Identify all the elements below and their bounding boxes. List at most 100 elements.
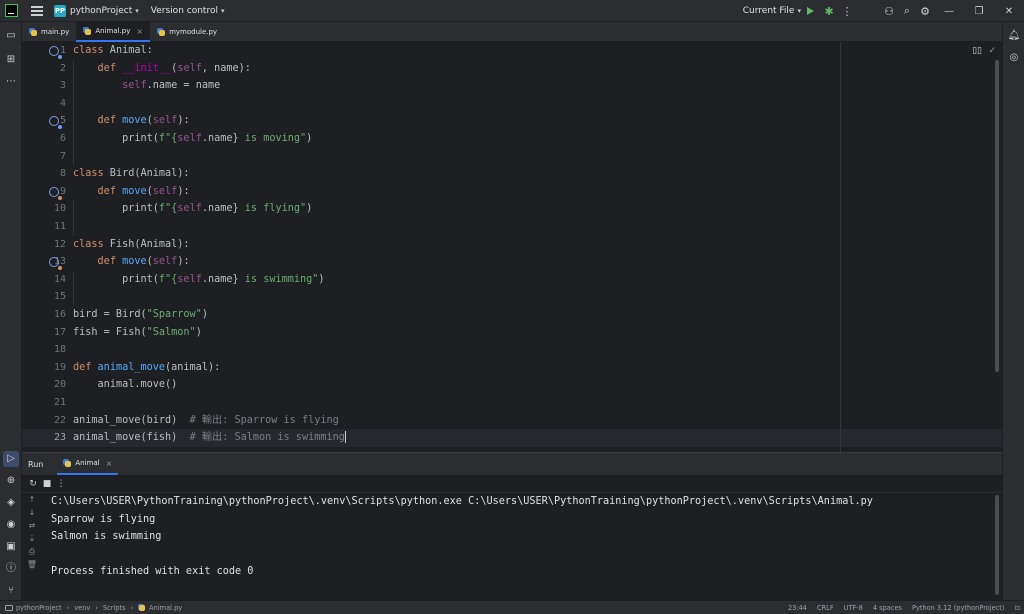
status-bar: pythonProject › venv › Scripts › Animal.… [0, 600, 1024, 614]
python-interpreter[interactable]: Python 3.12 (pythonProject) [912, 604, 1005, 612]
caret-position[interactable]: 23:44 [788, 604, 807, 612]
project-widget[interactable]: pythonProject ▾ [70, 6, 139, 16]
python-packages-icon[interactable]: ⊕ [3, 473, 19, 489]
notifications-bell-icon[interactable]: 🔔︎ [1006, 28, 1022, 44]
tab-animal-py[interactable]: Animal.py × [76, 22, 151, 42]
code-line-17: fish = Fish("Salmon") [73, 326, 202, 338]
line-number: 20 [53, 379, 66, 391]
right-tool-strip: 🔔︎ ◎ [1002, 22, 1024, 600]
add-user-icon[interactable]: ⚇ [880, 5, 898, 18]
line-number: 7 [59, 150, 66, 162]
more-tools-icon[interactable]: ⋯ [3, 74, 19, 90]
breadcrumb-item[interactable]: Animal.py [149, 604, 182, 612]
project-badge[interactable]: PP [54, 4, 66, 17]
code-line-16: bird = Bird("Sparrow") [73, 309, 208, 320]
overriding-method-marker-icon[interactable] [49, 186, 62, 200]
code-line-9: def move(self): [97, 185, 190, 197]
vcs-label: Version control [150, 5, 218, 16]
title-bar: PP pythonProject ▾ Version control ▾ Cur… [0, 0, 1024, 22]
inspections-ok-icon[interactable]: ✓ [988, 46, 996, 56]
code-line-14: print(f"{self.name} is swimming") [122, 273, 325, 285]
code-editor[interactable]: 1 2 3 4 5 6 7 8 9 10 11 12 13 14 15 16 1… [22, 42, 1002, 452]
overridden-method-marker-icon[interactable] [49, 116, 62, 129]
console-output-line: Sparrow is flying [51, 513, 156, 525]
line-number: 18 [53, 344, 66, 356]
code-line-13: def move(self): [97, 256, 190, 268]
minimize-button[interactable]: — [934, 6, 964, 17]
run-config-selector[interactable]: Current File ▾ [743, 6, 801, 16]
layers-icon[interactable]: ◈ [3, 495, 19, 511]
problems-icon[interactable]: ⓘ [3, 561, 19, 577]
editor-scrollbar[interactable] [995, 60, 999, 372]
console-scrollbar[interactable] [995, 495, 999, 595]
breadcrumb-item[interactable]: Scripts [103, 604, 126, 612]
console-output-line: Salmon is swimming [51, 531, 162, 543]
line-number: 15 [53, 291, 66, 303]
run-tab-animal[interactable]: Animal × [57, 453, 119, 475]
line-separator[interactable]: CRLF [817, 604, 834, 612]
line-number: 1 [59, 45, 66, 56]
project-folder-icon[interactable]: ▭ [3, 28, 19, 44]
run-icon[interactable] [807, 7, 814, 15]
terminal-icon[interactable]: ▣ [3, 539, 19, 555]
code-line-3: self.name = name [122, 80, 221, 92]
trash-icon[interactable]: 🗑︎ [22, 558, 42, 571]
run-panel-header: Run Animal × [22, 453, 1002, 475]
down-arrow-icon[interactable]: ↓ [22, 506, 42, 519]
pycharm-logo-icon [5, 4, 18, 17]
services-icon[interactable]: ◉ [3, 517, 19, 533]
more-icon[interactable]: ⋮ [838, 5, 856, 18]
up-arrow-icon[interactable]: ↑ [22, 493, 42, 506]
run-panel-title: Run [28, 459, 44, 469]
search-icon[interactable]: ⌕ [898, 4, 916, 18]
ai-assistant-icon[interactable]: ◎ [1006, 50, 1022, 66]
run-toolbar: ↻ ■ ⋮ [22, 475, 1002, 493]
code-line-2: def __init__(self, name): [97, 62, 251, 74]
indent-setting[interactable]: 4 spaces [873, 604, 902, 612]
stop-icon[interactable]: ■ [40, 479, 54, 489]
line-number: 10 [53, 203, 66, 215]
run-tool-window: Run Animal × ↻ ■ ⋮ ↑ ↓ ⇌ ⇣ ⎙ 🗑︎ C:\Users… [22, 452, 1002, 600]
soft-wrap-icon[interactable]: ⇌ [22, 519, 42, 532]
maximize-button[interactable]: ❐ [964, 6, 994, 17]
file-encoding[interactable]: UTF-8 [844, 604, 863, 612]
structure-icon[interactable]: ⊞ [3, 52, 19, 68]
rerun-icon[interactable]: ↻ [26, 479, 40, 489]
lock-icon[interactable]: ⊡ [1014, 604, 1020, 612]
tab-mymodule-py[interactable]: mymodule.py [150, 22, 224, 42]
line-number: 13 [53, 256, 66, 268]
more-icon[interactable]: ⋮ [54, 479, 68, 489]
tab-label: mymodule.py [169, 28, 218, 36]
console-output-line: Process finished with exit code 0 [51, 566, 254, 578]
python-file-icon [83, 27, 92, 35]
close-tab-icon[interactable]: × [136, 27, 143, 36]
print-icon[interactable]: ⎙ [22, 545, 42, 558]
folder-icon [5, 604, 13, 611]
run-side-toolbar: ↑ ↓ ⇌ ⇣ ⎙ 🗑︎ [22, 493, 42, 571]
main-menu-icon[interactable] [31, 5, 43, 16]
code-line-22: animal_move(bird) # 輸出: Sparrow is flyin… [73, 414, 339, 426]
git-icon[interactable]: ⑂ [3, 583, 19, 599]
scroll-to-end-icon[interactable]: ⇣ [22, 532, 42, 545]
debug-icon[interactable]: ✱ [820, 5, 838, 18]
line-number: 14 [53, 273, 66, 285]
breadcrumb-item[interactable]: venv [74, 604, 90, 612]
line-number: 9 [59, 185, 66, 197]
line-number: 12 [53, 238, 66, 250]
overridden-method-marker-icon[interactable] [49, 46, 62, 59]
line-number: 5 [59, 115, 66, 127]
settings-gear-icon[interactable]: ⚙ [916, 5, 934, 18]
close-tab-icon[interactable]: × [106, 459, 113, 468]
code-line-8: class Bird(Animal): [73, 168, 190, 180]
reader-mode-icon[interactable]: ▯▯ [972, 46, 982, 56]
vcs-widget[interactable]: Version control ▾ [151, 6, 225, 16]
overriding-method-marker-icon[interactable] [49, 257, 62, 270]
close-window-button[interactable]: ✕ [994, 6, 1024, 17]
run-tool-icon[interactable]: ▷ [3, 451, 19, 467]
chevron-right-icon: › [66, 603, 70, 612]
tab-main-py[interactable]: main.py [22, 22, 76, 42]
line-number: 19 [53, 361, 66, 373]
right-margin-guide [840, 42, 841, 452]
editor-tab-bar: main.py Animal.py × mymodule.py [22, 22, 1002, 42]
breadcrumb-item[interactable]: pythonProject [16, 604, 62, 612]
